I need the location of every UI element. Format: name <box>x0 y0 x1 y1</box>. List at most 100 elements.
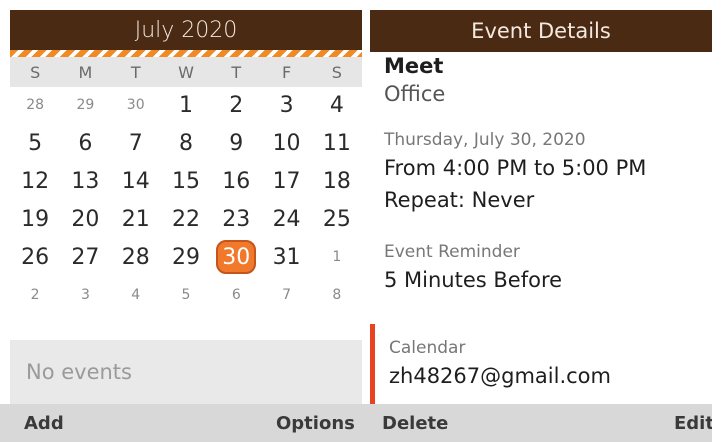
weekday-label: S <box>30 62 41 82</box>
day-cell[interactable]: 12 <box>10 162 60 200</box>
header-stripe <box>10 50 362 57</box>
day-cell[interactable]: 2 <box>211 86 261 124</box>
day-number: 1 <box>332 249 342 265</box>
day-cell[interactable]: 8 <box>161 124 211 162</box>
day-cell[interactable]: 18 <box>312 162 362 200</box>
weekday-label: W <box>178 62 194 82</box>
details-header: Event Details <box>370 10 712 52</box>
day-number: 16 <box>222 168 251 194</box>
day-cell[interactable]: 24 <box>261 200 311 238</box>
day-number: 31 <box>272 244 301 270</box>
details-body: Meet Office Thursday, July 30, 2020 From… <box>384 52 704 292</box>
day-number: 8 <box>178 130 193 156</box>
day-cell[interactable]: 10 <box>261 124 311 162</box>
calendar-focus-indicator <box>370 324 375 404</box>
weekday-label: S <box>331 62 342 82</box>
day-number: 6 <box>231 287 241 303</box>
day-number: 25 <box>322 206 351 232</box>
no-events-text: No events <box>10 340 362 404</box>
calendar-field[interactable]: Calendar zh48267@gmail.com <box>389 338 611 388</box>
calendar-value: zh48267@gmail.com <box>389 364 611 388</box>
day-number: 24 <box>272 206 301 232</box>
day-cell[interactable]: 7 <box>261 276 311 314</box>
day-cell[interactable]: 28 <box>10 86 60 124</box>
softkey-bar: Add Options Delete Edit <box>0 404 712 442</box>
day-number: 2 <box>229 92 244 118</box>
weekday-row: SMTWTFS <box>10 57 362 87</box>
day-cell[interactable]: 28 <box>111 238 161 276</box>
event-details-panel: Event Details Meet Office Thursday, July… <box>370 0 712 442</box>
day-number: 3 <box>279 92 294 118</box>
day-number: 26 <box>21 244 50 270</box>
day-number: 4 <box>329 92 344 118</box>
day-cell[interactable]: 4 <box>312 86 362 124</box>
day-cell[interactable]: 20 <box>60 200 110 238</box>
event-time: From 4:00 PM to 5:00 PM <box>384 156 647 180</box>
day-number: 29 <box>76 97 95 113</box>
day-number: 19 <box>21 206 50 232</box>
day-cell[interactable]: 3 <box>261 86 311 124</box>
add-button[interactable]: Add <box>24 404 64 442</box>
day-number: 28 <box>121 244 150 270</box>
weekday-label: M <box>78 62 93 82</box>
day-number: 5 <box>181 287 191 303</box>
day-cell[interactable]: 6 <box>60 124 110 162</box>
day-cell[interactable]: 11 <box>312 124 362 162</box>
day-cell-selected[interactable]: 30 <box>211 238 261 276</box>
day-cell[interactable]: 9 <box>211 124 261 162</box>
day-cell[interactable]: 27 <box>60 238 110 276</box>
day-cell[interactable]: 26 <box>10 238 60 276</box>
day-number: 27 <box>71 244 100 270</box>
day-number: 5 <box>28 130 43 156</box>
event-date: Thursday, July 30, 2020 <box>384 130 586 150</box>
day-cell[interactable]: 16 <box>211 162 261 200</box>
day-cell[interactable]: 29 <box>161 238 211 276</box>
edit-button[interactable]: Edit <box>674 404 712 442</box>
day-cell[interactable]: 6 <box>211 276 261 314</box>
day-number: 18 <box>322 168 351 194</box>
day-cell[interactable]: 23 <box>211 200 261 238</box>
day-number: 7 <box>282 287 292 303</box>
day-cell[interactable]: 29 <box>60 86 110 124</box>
month-grid: 28 29 30 1 2 3 4 5 6 7 8 9 10 11 12 13 14 15 16 17 18 19 20 21 2… <box>10 86 362 314</box>
day-cell[interactable]: 3 <box>60 276 110 314</box>
delete-button[interactable]: Delete <box>382 404 448 442</box>
day-cell[interactable]: 17 <box>261 162 311 200</box>
day-cell[interactable]: 15 <box>161 162 211 200</box>
calendar-panel: July 2020 SMTWTFS 28 29 30 1 2 3 4 5 6 7 8 9 10 11 12 1… <box>0 0 362 442</box>
day-number: 22 <box>171 206 200 232</box>
weekday-label: F <box>281 62 292 82</box>
day-cell[interactable]: 7 <box>111 124 161 162</box>
event-title: Meet <box>384 54 444 78</box>
event-location: Office <box>384 82 446 106</box>
day-cell[interactable]: 21 <box>111 200 161 238</box>
day-number: 4 <box>131 287 141 303</box>
day-number: 21 <box>121 206 150 232</box>
options-button[interactable]: Options <box>276 404 355 442</box>
weekday-label: T <box>130 62 141 82</box>
day-number: 30 <box>216 240 257 274</box>
day-number: 8 <box>332 287 342 303</box>
reminder-label: Event Reminder <box>384 242 520 262</box>
day-number: 10 <box>272 130 301 156</box>
day-cell[interactable]: 31 <box>261 238 311 276</box>
day-number: 12 <box>21 168 50 194</box>
weekday-label: T <box>231 62 242 82</box>
day-cell[interactable]: 8 <box>312 276 362 314</box>
day-number: 2 <box>30 287 40 303</box>
day-cell[interactable]: 25 <box>312 200 362 238</box>
day-cell[interactable]: 19 <box>10 200 60 238</box>
day-cell[interactable]: 5 <box>161 276 211 314</box>
day-number: 9 <box>229 130 244 156</box>
day-number: 11 <box>322 130 351 156</box>
day-cell[interactable]: 2 <box>10 276 60 314</box>
day-cell[interactable]: 4 <box>111 276 161 314</box>
day-cell[interactable]: 22 <box>161 200 211 238</box>
day-number: 28 <box>26 97 45 113</box>
day-cell[interactable]: 13 <box>60 162 110 200</box>
day-cell[interactable]: 1 <box>161 86 211 124</box>
day-cell[interactable]: 5 <box>10 124 60 162</box>
day-cell[interactable]: 30 <box>111 86 161 124</box>
day-cell[interactable]: 14 <box>111 162 161 200</box>
day-cell[interactable]: 1 <box>312 238 362 276</box>
